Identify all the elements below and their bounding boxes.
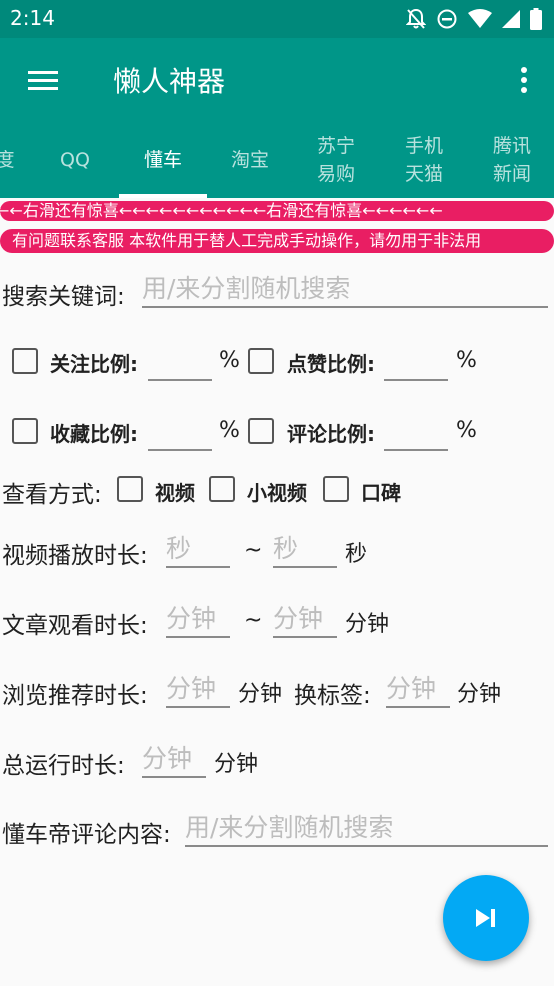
- collect-ratio-label: 收藏比例:: [50, 422, 138, 446]
- follow-ratio-label: 关注比例:: [50, 352, 138, 376]
- more-vertical-icon: [521, 67, 527, 93]
- menu-button[interactable]: [18, 60, 66, 100]
- start-fab-button[interactable]: [443, 875, 529, 961]
- view-video-checkbox[interactable]: [117, 476, 143, 502]
- video-duration-label: 视频播放时长:: [2, 543, 148, 569]
- video-duration-min-placeholder: 秒: [166, 534, 192, 563]
- view-reputation-label: 口碑: [361, 481, 401, 505]
- video-duration-unit: 秒: [345, 542, 368, 567]
- browse-duration-input[interactable]: 分钟: [166, 672, 230, 708]
- like-ratio-label: 点赞比例:: [287, 352, 375, 376]
- hamburger-menu-icon: [28, 71, 58, 90]
- wifi-icon: [468, 9, 492, 28]
- comment-content-input[interactable]: 用/来分割随机搜索: [185, 811, 548, 847]
- video-duration-max-placeholder: 秒: [273, 534, 299, 563]
- article-duration-max-placeholder: 分钟: [273, 604, 324, 633]
- tab-tencent-news[interactable]: 腾讯 新闻: [476, 122, 548, 198]
- tab-tmall[interactable]: 手机 天猫: [388, 122, 460, 198]
- view-small-video-label: 小视频: [247, 481, 307, 505]
- do-not-disturb-icon: [437, 9, 457, 29]
- comment-ratio-checkbox[interactable]: [248, 418, 274, 444]
- view-video-label: 视频: [155, 481, 195, 505]
- app-title: 懒人神器: [113, 65, 226, 98]
- view-small-video-checkbox[interactable]: [209, 476, 235, 502]
- switch-tab-placeholder: 分钟: [386, 674, 437, 703]
- status-bar: 2:14: [0, 0, 554, 38]
- collect-percent-unit: %: [219, 418, 240, 443]
- like-percent-unit: %: [456, 348, 477, 373]
- marquee-notice: 有问题联系客服 本软件用于替人工完成手动操作，请勿用于非法用: [0, 229, 554, 253]
- like-ratio-input[interactable]: [384, 345, 448, 381]
- follow-ratio-input[interactable]: [148, 345, 212, 381]
- article-duration-max-input[interactable]: 分钟: [273, 602, 337, 638]
- browse-duration-unit: 分钟: [238, 682, 283, 707]
- tab-bar: 度 QQ 懂车 淘宝 苏宁 易购 手机 天猫 腾讯 新闻: [0, 122, 554, 198]
- collect-ratio-input[interactable]: [148, 415, 212, 451]
- video-duration-min-input[interactable]: 秒: [166, 532, 230, 568]
- notifications-off-icon: [406, 8, 426, 29]
- search-keyword-placeholder: 用/来分割随机搜索: [142, 274, 351, 303]
- total-duration-unit: 分钟: [214, 752, 259, 777]
- comment-content-label: 懂车帝评论内容:: [2, 822, 171, 848]
- comment-content-placeholder: 用/来分割随机搜索: [185, 813, 394, 842]
- tab-suning[interactable]: 苏宁 易购: [300, 122, 372, 198]
- app-bar: 懒人神器: [0, 38, 554, 122]
- tab-taobao[interactable]: 淘宝: [215, 122, 285, 198]
- article-duration-unit: 分钟: [345, 612, 390, 637]
- status-time: 2:14: [10, 6, 55, 30]
- switch-tab-unit: 分钟: [457, 682, 502, 707]
- tab-indicator: [119, 194, 207, 198]
- skip-next-icon: [476, 909, 495, 927]
- total-duration-input[interactable]: 分钟: [142, 742, 206, 778]
- signal-icon: [502, 10, 520, 28]
- view-reputation-checkbox[interactable]: [323, 476, 349, 502]
- video-duration-tilde: ~: [244, 538, 263, 563]
- browse-duration-placeholder: 分钟: [166, 674, 217, 703]
- article-duration-tilde: ~: [244, 608, 263, 633]
- search-keyword-label: 搜索关键词:: [2, 284, 125, 310]
- marquee-swipe-text: ←←右滑还有惊喜←←←←←←←←←←←右滑还有惊喜←←←←←←: [0, 201, 443, 220]
- switch-tab-label: 换标签:: [294, 683, 371, 709]
- overflow-menu-button[interactable]: [512, 62, 536, 98]
- search-keyword-input[interactable]: 用/来分割随机搜索: [142, 272, 548, 308]
- marquee-notice-text: 有问题联系客服 本软件用于替人工完成手动操作，请勿用于非法用: [12, 231, 482, 250]
- switch-tab-input[interactable]: 分钟: [386, 672, 450, 708]
- total-duration-label: 总运行时长:: [2, 753, 125, 779]
- article-duration-min-placeholder: 分钟: [166, 604, 217, 633]
- total-duration-placeholder: 分钟: [142, 744, 193, 773]
- like-ratio-checkbox[interactable]: [248, 348, 274, 374]
- marquee-swipe-hint: ←←右滑还有惊喜←←←←←←←←←←←右滑还有惊喜←←←←←←: [0, 201, 554, 221]
- comment-ratio-label: 评论比例:: [287, 422, 375, 446]
- battery-icon: [530, 8, 542, 30]
- tab-baidu-partial[interactable]: 度: [0, 122, 20, 198]
- status-icons: [406, 8, 542, 30]
- tab-dongche[interactable]: 懂车: [119, 122, 207, 198]
- comment-percent-unit: %: [456, 418, 477, 443]
- follow-percent-unit: %: [219, 348, 240, 373]
- tab-qq[interactable]: QQ: [40, 122, 110, 198]
- video-duration-max-input[interactable]: 秒: [273, 532, 337, 568]
- browse-duration-label: 浏览推荐时长:: [2, 683, 148, 709]
- collect-ratio-checkbox[interactable]: [12, 418, 38, 444]
- article-duration-min-input[interactable]: 分钟: [166, 602, 230, 638]
- article-duration-label: 文章观看时长:: [2, 613, 148, 639]
- view-mode-label: 查看方式:: [2, 482, 102, 508]
- comment-ratio-input[interactable]: [384, 415, 448, 451]
- follow-ratio-checkbox[interactable]: [12, 348, 38, 374]
